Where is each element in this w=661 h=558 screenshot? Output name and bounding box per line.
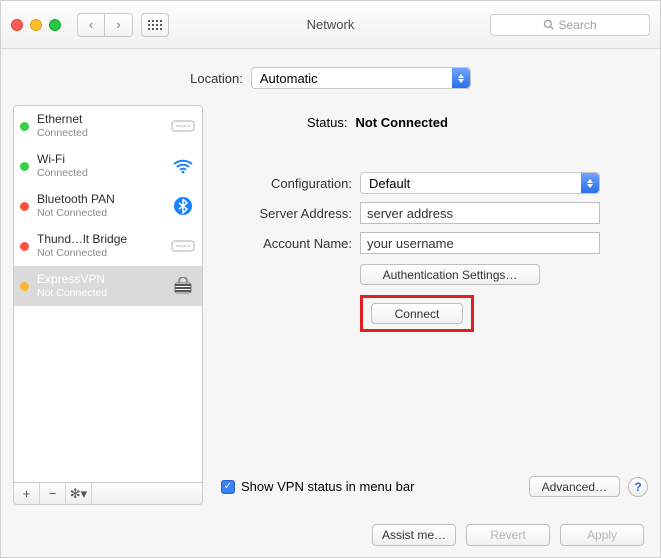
config-value: Default <box>369 176 410 191</box>
zoom-icon[interactable] <box>49 19 61 31</box>
sidebar-item-expressvpn[interactable]: ExpressVPNNot Connected <box>14 266 202 306</box>
ethernet-icon <box>170 115 196 137</box>
interface-info: Bluetooth PANNot Connected <box>37 193 162 219</box>
interface-name: ExpressVPN <box>37 273 162 287</box>
interface-info: Thund…lt BridgeNot Connected <box>37 233 162 259</box>
close-icon[interactable] <box>11 19 23 31</box>
action-menu-button[interactable]: ✻▾ <box>66 483 92 504</box>
search-placeholder: Search <box>558 18 596 32</box>
interface-info: EthernetConnected <box>37 113 162 139</box>
status-dot-icon <box>20 242 29 251</box>
show-status-checkbox[interactable] <box>221 480 235 494</box>
sidebar-item-wi-fi[interactable]: Wi-FiConnected <box>14 146 202 186</box>
config-select[interactable]: Default <box>360 172 600 194</box>
account-label: Account Name: <box>217 236 352 251</box>
show-status-label: Show VPN status in menu bar <box>241 479 414 494</box>
interface-status: Connected <box>37 127 162 139</box>
status-dot-icon <box>20 202 29 211</box>
interface-status: Not Connected <box>37 247 162 259</box>
search-input[interactable]: Search <box>490 14 650 36</box>
footer: Assist me… Revert Apply <box>1 513 660 557</box>
sidebar-item-thund-lt-bridge[interactable]: Thund…lt BridgeNot Connected <box>14 226 202 266</box>
status-dot-icon <box>20 122 29 131</box>
interface-name: Bluetooth PAN <box>37 193 162 207</box>
interface-status: Connected <box>37 167 162 179</box>
interface-info: Wi-FiConnected <box>37 153 162 179</box>
search-icon <box>543 19 554 30</box>
forward-button[interactable]: › <box>105 13 133 37</box>
remove-interface-button[interactable]: − <box>40 483 66 504</box>
titlebar: ‹ › Network Search <box>1 1 660 49</box>
assist-button[interactable]: Assist me… <box>372 524 456 546</box>
show-status-row: Show VPN status in menu bar Advanced… ? <box>217 476 648 505</box>
vpn-icon <box>170 275 196 297</box>
back-button[interactable]: ‹ <box>77 13 105 37</box>
bluetooth-icon <box>170 195 196 217</box>
config-label: Configuration: <box>217 176 352 191</box>
status-dot-icon <box>20 282 29 291</box>
connect-button[interactable]: Connect <box>371 303 463 324</box>
interface-name: Ethernet <box>37 113 162 127</box>
revert-button[interactable]: Revert <box>466 524 550 546</box>
location-select[interactable]: Automatic <box>251 67 471 89</box>
location-label: Location: <box>190 71 243 86</box>
server-address-input[interactable] <box>360 202 600 224</box>
sidebar-footer: + − ✻▾ <box>13 483 203 505</box>
traffic-lights <box>11 19 61 31</box>
show-all-button[interactable] <box>141 13 169 37</box>
account-row: Account Name: <box>217 232 648 254</box>
sidebar-item-ethernet[interactable]: EthernetConnected <box>14 106 202 146</box>
account-name-input[interactable] <box>360 232 600 254</box>
server-label: Server Address: <box>217 206 352 221</box>
chevron-updown-icon <box>452 68 470 88</box>
interface-name: Wi-Fi <box>37 153 162 167</box>
status-value: Not Connected <box>355 115 447 130</box>
wifi-icon <box>170 155 196 177</box>
interface-status: Not Connected <box>37 207 162 219</box>
connect-highlight: Connect <box>360 295 474 332</box>
status-dot-icon <box>20 162 29 171</box>
status-label: Status: <box>307 115 347 130</box>
chevron-updown-icon <box>581 173 599 193</box>
advanced-button[interactable]: Advanced… <box>529 476 620 497</box>
status-row: Status: Not Connected <box>217 105 648 148</box>
ethernet-icon <box>170 235 196 257</box>
apply-button[interactable]: Apply <box>560 524 644 546</box>
minimize-icon[interactable] <box>30 19 42 31</box>
location-value: Automatic <box>260 71 318 86</box>
config-row: Configuration: Default <box>217 172 648 194</box>
sidebar-item-bluetooth-pan[interactable]: Bluetooth PANNot Connected <box>14 186 202 226</box>
auth-settings-button[interactable]: Authentication Settings… <box>360 264 540 285</box>
interface-info: ExpressVPNNot Connected <box>37 273 162 299</box>
nav-back-forward: ‹ › <box>77 13 133 37</box>
grid-icon <box>148 20 162 30</box>
sidebar: EthernetConnectedWi-FiConnectedBluetooth… <box>13 105 203 505</box>
server-row: Server Address: <box>217 202 648 224</box>
interface-status: Not Connected <box>37 287 162 299</box>
interface-name: Thund…lt Bridge <box>37 233 162 247</box>
interface-list: EthernetConnectedWi-FiConnectedBluetooth… <box>13 105 203 483</box>
main-panel: Status: Not Connected Configuration: Def… <box>217 105 648 505</box>
network-prefs-window: ‹ › Network Search Location: Automatic E… <box>0 0 661 558</box>
location-row: Location: Automatic <box>1 49 660 105</box>
add-interface-button[interactable]: + <box>14 483 40 504</box>
help-button[interactable]: ? <box>628 477 648 497</box>
body: EthernetConnectedWi-FiConnectedBluetooth… <box>1 105 660 513</box>
